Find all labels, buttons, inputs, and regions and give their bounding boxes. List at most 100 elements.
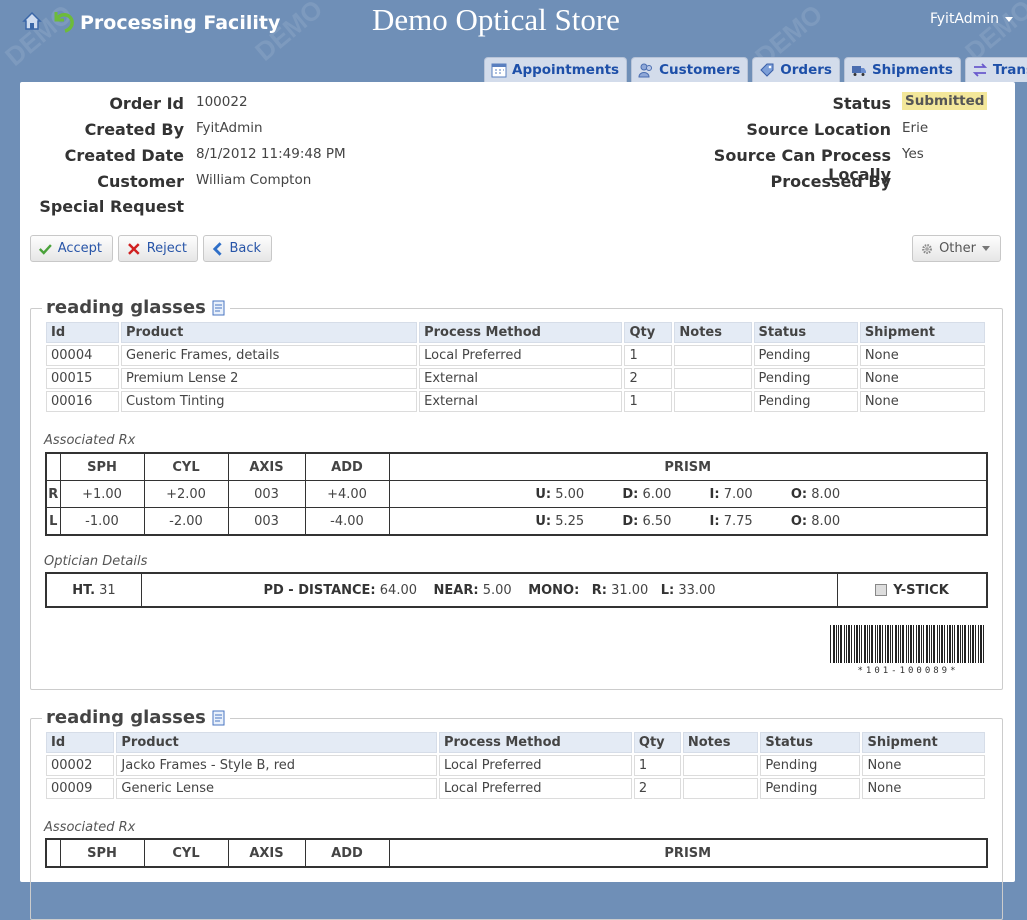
barcode-bar [983,625,984,663]
barcode-bar [947,625,948,663]
ystick-checkbox[interactable] [875,584,888,596]
reject-button[interactable]: Reject [118,235,198,262]
tab-appointments[interactable]: Appointments [484,57,628,82]
barcode-bar [918,625,920,663]
rx-header: ADD [304,452,390,481]
tab-label: Shipments [871,62,953,78]
user-menu[interactable]: FyitAdmin [930,11,1014,27]
cell-product: Generic Frames, details [120,345,418,366]
barcode-bar [968,625,969,663]
pd-cell: PD - DISTANCE: 64.00 NEAR: 5.00 MONO: R:… [141,572,838,608]
rx-header: AXIS [227,838,306,868]
barcode-bar [854,625,855,663]
document-icon[interactable] [212,300,226,316]
cell-qty: 1 [624,345,673,366]
prism-i: 7.00 [723,486,753,502]
main-nav: Appointments Customers Orders Shipments … [484,57,1027,82]
barcode-bar [871,625,873,663]
mono-l-value: 33.00 [678,582,716,598]
rx-header: SPH [59,452,145,481]
barcode-bar [944,625,945,663]
accept-button[interactable]: Accept [30,235,113,262]
user-name: FyitAdmin [930,11,1000,27]
barcode-bar [926,625,928,663]
barcode-bar [877,625,878,663]
created-by-value: FyitAdmin [196,120,263,136]
rx-header-row: SPH CYL AXIS ADD PRISM [45,452,988,481]
rx-eye: R [45,480,61,508]
mono-r-value: 31.00 [611,582,649,598]
table-row: 00016 Custom Tinting External 1 Pending … [46,391,985,412]
prism-d-label: D: [622,486,639,502]
ht-label: HT. [72,582,96,598]
cell-id: 00016 [46,391,119,412]
cell-shipment: None [862,778,985,799]
barcode-bar [848,625,850,663]
undo-icon[interactable] [50,8,76,34]
x-icon [128,242,140,255]
barcode-bar [960,625,961,663]
barcode-bar [838,625,839,663]
prism-i: 7.75 [723,513,753,529]
section-title-text: reading glasses [46,707,206,728]
barcode-bar [910,625,912,663]
ystick-label: Y-STICK [893,582,949,598]
prism-d: 6.00 [642,486,672,502]
store-title: Demo Optical Store [372,2,620,37]
cell-qty: 1 [624,391,673,412]
barcode-bar [962,625,963,663]
cell-method: External [419,368,623,389]
created-date-value: 8/1/2012 11:49:48 PM [196,146,346,162]
back-button[interactable]: Back [203,235,272,262]
prism-o: 8.00 [811,513,841,529]
tab-customers[interactable]: Customers [631,57,749,82]
barcode-bar [952,625,953,663]
cell-shipment: None [862,755,985,776]
caret-down-icon [1005,16,1014,22]
cell-product: Premium Lense 2 [120,368,418,389]
prism-u: 5.00 [555,486,585,502]
section-title: reading glasses [42,707,230,728]
near-value: 5.00 [482,582,512,598]
barcode-bar [844,625,845,663]
barcode-bar [957,625,959,663]
home-icon[interactable] [22,11,42,31]
optician-details-label: Optician Details [44,554,148,569]
rx-axis: 003 [227,507,306,536]
barcode-bar [902,625,904,663]
cell-shipment: None [859,345,985,366]
column-header: Shipment [859,322,985,343]
cell-id: 00002 [46,755,115,776]
rx-table: SPH CYL AXIS ADD PRISM R +1.00 +2.00 003… [45,452,988,536]
barcode-bar [913,625,914,663]
cell-qty: 2 [624,368,673,389]
customer-label: Customer [97,172,184,191]
barcode-bar [970,625,971,663]
pd-label: PD - DISTANCE: [263,582,376,598]
cell-status: Pending [753,368,858,389]
barcode-bar [861,625,862,663]
tab-transfers[interactable]: Transfers [964,57,1027,82]
barcode-bar [929,625,930,663]
source-location-label: Source Location [746,120,891,139]
prism-u-label: U: [535,486,552,502]
users-icon [638,63,653,78]
rx-header: PRISM [388,452,988,481]
other-menu-button[interactable]: Other [912,235,1001,262]
barcode-bar [846,625,847,663]
tab-orders[interactable]: Orders [752,57,840,82]
rx-row: L -1.00 -2.00 003 -4.00 U: 5.25 D: 6.50 … [45,507,988,536]
prism-u-label: U: [535,513,552,529]
barcode-bar [923,625,924,663]
barcode-bar [980,625,982,663]
tab-shipments[interactable]: Shipments [843,57,961,82]
source-location-value: Erie [902,120,929,136]
barcode-bar [892,625,893,663]
rx-prism: U: 5.25 D: 6.50 I: 7.75 O: 8.00 [388,507,988,536]
mono-r-label: R: [591,582,607,598]
barcode-bar [887,625,889,663]
order-id-value: 100022 [196,94,248,110]
document-icon[interactable] [212,710,226,726]
cell-status: Pending [753,345,858,366]
special-request-label: Special Request [39,197,184,216]
